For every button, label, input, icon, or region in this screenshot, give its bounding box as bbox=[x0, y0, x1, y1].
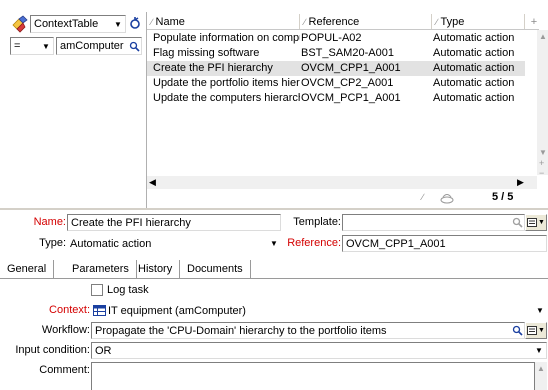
scroll-collapse-icon[interactable]: − bbox=[539, 168, 544, 178]
search-icon[interactable] bbox=[510, 216, 524, 230]
column-header-reference[interactable]: ∕ Reference bbox=[300, 14, 432, 29]
column-header-label: Reference bbox=[308, 15, 360, 28]
scroll-left-icon[interactable]: ◀ bbox=[149, 177, 156, 188]
scroll-right-icon[interactable]: ▶ bbox=[517, 177, 524, 188]
sort-icon: ∕ bbox=[436, 16, 438, 27]
input-condition-combo[interactable]: OR ▼ bbox=[91, 342, 547, 359]
table-row[interactable]: Update the portfolio items hierarc... OV… bbox=[147, 76, 525, 91]
context-label: Context: bbox=[49, 304, 90, 316]
column-header-name[interactable]: ∕ Name bbox=[147, 14, 300, 29]
name-label: Name: bbox=[33, 216, 66, 228]
chevron-down-icon[interactable]: ▼ bbox=[267, 237, 281, 251]
context-combo[interactable]: IT equipment (amComputer) ▼ bbox=[91, 302, 547, 319]
tab-general[interactable]: General bbox=[0, 260, 55, 278]
log-task-label: Log task bbox=[107, 284, 149, 296]
name-field[interactable]: Create the PFI hierarchy bbox=[67, 214, 281, 231]
type-combo[interactable]: Automatic action ▼ bbox=[67, 235, 281, 252]
comment-label: Comment: bbox=[39, 364, 90, 376]
chevron-down-icon[interactable]: ▼ bbox=[532, 344, 546, 358]
column-header-type[interactable]: ∕ Type bbox=[432, 14, 525, 29]
input-condition-label: Input condition: bbox=[15, 344, 90, 356]
filter-value-text: amComputer bbox=[60, 40, 124, 52]
table-filter-icon bbox=[11, 15, 29, 33]
panel-divider bbox=[0, 208, 548, 210]
column-chooser-icon[interactable]: + bbox=[525, 14, 539, 29]
tab-documents[interactable]: Documents bbox=[180, 260, 251, 278]
workflow-details-button[interactable]: ▼ bbox=[525, 322, 547, 339]
comment-scrollbar[interactable]: ▲ bbox=[535, 362, 547, 390]
comment-field[interactable] bbox=[91, 362, 535, 390]
table-row[interactable]: Flag missing software BST_SAM20-A001 Aut… bbox=[147, 46, 525, 61]
workflow-label: Workflow: bbox=[41, 324, 90, 336]
template-field[interactable] bbox=[342, 214, 525, 231]
reference-field[interactable]: OVCM_CPP1_A001 bbox=[342, 235, 547, 252]
log-task-checkbox[interactable] bbox=[91, 284, 103, 296]
list-rows: Populate information on computers POPUL-… bbox=[147, 31, 525, 106]
list-header: ∕ Name ∕ Reference ∕ Type + bbox=[147, 14, 539, 30]
filter-value-field[interactable]: amComputer bbox=[56, 37, 142, 55]
sort-icon: ∕ bbox=[304, 16, 306, 27]
sort-icon: ∕ bbox=[422, 192, 424, 202]
search-icon[interactable] bbox=[510, 324, 524, 338]
column-header-label: Type bbox=[440, 15, 465, 28]
chevron-down-icon[interactable]: ▼ bbox=[111, 17, 125, 31]
horizontal-scrollbar[interactable]: ◀ ▶ bbox=[147, 176, 537, 189]
sort-icon: ∕ bbox=[151, 16, 153, 27]
workflow-field[interactable]: Propagate the 'CPU-Domain' hierarchy to … bbox=[91, 322, 525, 339]
type-label: Type: bbox=[39, 237, 66, 249]
filter-panel: ContextTable ▼ = ▼ amComputer bbox=[0, 0, 146, 200]
chevron-down-icon[interactable]: ▼ bbox=[533, 304, 547, 318]
filter-toggle-icon[interactable] bbox=[128, 15, 142, 33]
record-count: 5 / 5 bbox=[492, 191, 514, 203]
search-icon[interactable] bbox=[127, 39, 141, 53]
scroll-expand-icon[interactable]: + bbox=[539, 158, 544, 168]
list-status-bar: ∕ 5 / 5 bbox=[147, 190, 547, 206]
table-row-selected[interactable]: Create the PFI hierarchy OVCM_CPP1_A001 … bbox=[147, 61, 525, 76]
table-filter-value: ContextTable bbox=[34, 18, 99, 30]
tab-history[interactable]: History bbox=[131, 260, 181, 278]
table-filter-combo[interactable]: ContextTable ▼ bbox=[30, 15, 126, 33]
operator-combo[interactable]: = ▼ bbox=[10, 37, 54, 55]
operator-value: = bbox=[14, 40, 21, 52]
scroll-down-icon[interactable]: ▼ bbox=[539, 148, 547, 157]
template-details-button[interactable]: ▼ bbox=[525, 214, 547, 231]
scroll-up-icon[interactable]: ▲ bbox=[537, 364, 545, 373]
table-icon bbox=[93, 305, 106, 316]
records-icon bbox=[439, 191, 455, 205]
vertical-scrollbar[interactable]: ▲ ▼ + − bbox=[537, 30, 548, 178]
table-row[interactable]: Update the computers hierarchy OVCM_PCP1… bbox=[147, 91, 525, 106]
reference-label: Reference: bbox=[287, 237, 341, 249]
scroll-up-icon[interactable]: ▲ bbox=[539, 32, 547, 41]
table-row[interactable]: Populate information on computers POPUL-… bbox=[147, 31, 525, 46]
tab-parameters[interactable]: Parameters bbox=[65, 260, 137, 278]
chevron-down-icon[interactable]: ▼ bbox=[39, 39, 53, 53]
template-label: Template: bbox=[293, 216, 341, 228]
column-header-label: Name bbox=[155, 15, 185, 28]
